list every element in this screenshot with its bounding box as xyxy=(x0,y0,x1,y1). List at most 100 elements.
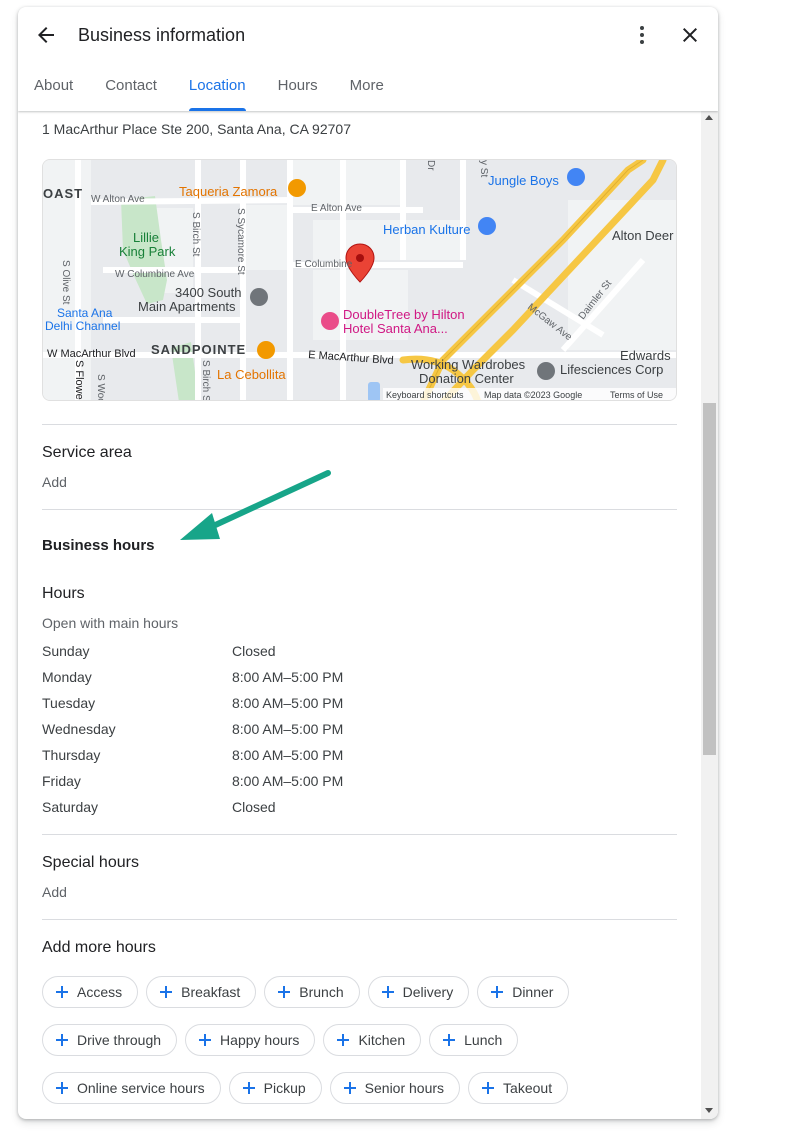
svg-text:Lillie: Lillie xyxy=(133,230,159,245)
hours-row: Monday 8:00 AM–5:00 PM xyxy=(42,669,442,689)
hours-time: 8:00 AM–5:00 PM xyxy=(232,747,344,763)
svg-text:Edwards: Edwards xyxy=(620,348,671,363)
svg-text:Dr: Dr xyxy=(425,160,436,171)
back-button[interactable] xyxy=(34,23,58,47)
hours-day: Saturday xyxy=(42,799,99,815)
tab-contact[interactable]: Contact xyxy=(89,67,173,111)
divider xyxy=(42,919,677,920)
divider xyxy=(42,424,677,425)
svg-text:La Cebollita: La Cebollita xyxy=(217,367,286,382)
svg-text:S Flower: S Flower xyxy=(73,360,85,401)
add-more-hours-title: Add more hours xyxy=(42,939,156,956)
tab-about[interactable]: About xyxy=(18,67,89,111)
tab-hours[interactable]: Hours xyxy=(262,67,334,111)
scroll-down-icon[interactable] xyxy=(705,1108,713,1113)
plus-icon xyxy=(479,1079,497,1097)
more-hours-chips: Access Breakfast Brunch Delivery Dinner … xyxy=(42,976,682,1119)
svg-text:Lifesciences Corp: Lifesciences Corp xyxy=(560,362,663,377)
plus-icon xyxy=(53,1079,71,1097)
svg-text:3400 South: 3400 South xyxy=(175,285,242,300)
hours-row: Tuesday 8:00 AM–5:00 PM xyxy=(42,695,442,715)
plus-icon xyxy=(157,983,175,1001)
chip-happy-hours[interactable]: Happy hours xyxy=(185,1024,316,1056)
tab-more[interactable]: More xyxy=(334,67,400,111)
hours-time: Closed xyxy=(232,643,276,659)
special-hours-add-link[interactable]: Add xyxy=(42,884,67,900)
chip-delivery[interactable]: Delivery xyxy=(367,976,470,1008)
plus-icon xyxy=(53,983,71,1001)
chip-pickup[interactable]: Pickup xyxy=(228,1072,322,1104)
hours-time: 8:00 AM–5:00 PM xyxy=(232,773,344,789)
hours-title: Hours xyxy=(42,585,85,602)
hours-day: Tuesday xyxy=(42,695,96,711)
chip-takeout[interactable]: Takeout xyxy=(468,1072,569,1104)
svg-text:Terms of Use: Terms of Use xyxy=(610,390,663,400)
plus-icon xyxy=(379,983,397,1001)
svg-text:Working Wardrobes: Working Wardrobes xyxy=(411,357,526,372)
chip-brunch[interactable]: Brunch xyxy=(264,976,360,1008)
svg-text:S Wood: S Wood xyxy=(95,374,106,401)
scroll-thumb[interactable] xyxy=(703,403,716,755)
chip-online-service-hours[interactable]: Online service hours xyxy=(42,1072,221,1104)
chip-senior-hours[interactable]: Senior hours xyxy=(329,1072,461,1104)
chip-breakfast[interactable]: Breakfast xyxy=(146,976,257,1008)
hours-time: Closed xyxy=(232,799,276,815)
plus-icon xyxy=(275,983,293,1001)
svg-text:DoubleTree by Hilton: DoubleTree by Hilton xyxy=(343,307,465,322)
svg-text:S Olive St: S Olive St xyxy=(60,260,71,305)
hours-subtitle: Open with main hours xyxy=(42,615,179,631)
svg-text:Santa Ana: Santa Ana xyxy=(57,306,113,320)
svg-text:Keyboard shortcuts: Keyboard shortcuts xyxy=(386,390,464,400)
hours-day: Wednesday xyxy=(42,721,116,737)
hours-row: Saturday Closed xyxy=(42,799,442,819)
close-icon xyxy=(683,28,697,42)
hours-day: Friday xyxy=(42,773,81,789)
hours-day: Thursday xyxy=(42,747,101,763)
more-vert-icon xyxy=(640,26,644,44)
svg-text:W Alton Ave: W Alton Ave xyxy=(91,194,145,205)
tab-location[interactable]: Location xyxy=(173,67,262,111)
chip-dinner[interactable]: Dinner xyxy=(477,976,570,1008)
svg-text:Delhi Channel: Delhi Channel xyxy=(45,319,120,333)
divider xyxy=(42,509,677,510)
business-hours-title: Business hours xyxy=(42,537,155,554)
svg-text:S Birch St: S Birch St xyxy=(190,212,201,257)
hours-day: Sunday xyxy=(42,643,90,659)
plus-icon xyxy=(240,1079,258,1097)
more-options-button[interactable] xyxy=(630,23,654,47)
hours-time: 8:00 AM–5:00 PM xyxy=(232,695,344,711)
chip-access[interactable]: Access xyxy=(42,976,139,1008)
special-hours-title: Special hours xyxy=(42,854,139,871)
svg-text:Taqueria Zamora: Taqueria Zamora xyxy=(179,184,278,199)
svg-text:S Birch St: S Birch St xyxy=(200,360,211,401)
service-area-add-link[interactable]: Add xyxy=(42,474,67,490)
chip-lunch[interactable]: Lunch xyxy=(429,1024,519,1056)
arrow-back-icon xyxy=(38,27,54,43)
svg-text:King Park: King Park xyxy=(119,244,176,259)
svg-text:Map data ©2023 Google: Map data ©2023 Google xyxy=(484,390,582,400)
svg-text:E Columbine: E Columbine xyxy=(295,259,353,270)
chip-kitchen[interactable]: Kitchen xyxy=(323,1024,422,1056)
business-address: 1 MacArthur Place Ste 200, Santa Ana, CA… xyxy=(42,121,351,137)
hours-row: Friday 8:00 AM–5:00 PM xyxy=(42,773,442,793)
hours-row: Wednesday 8:00 AM–5:00 PM xyxy=(42,721,442,741)
dialog-content: 1 MacArthur Place Ste 200, Santa Ana, CA… xyxy=(18,111,701,1119)
close-button[interactable] xyxy=(678,23,702,47)
svg-text:Jungle Boys: Jungle Boys xyxy=(488,173,559,188)
svg-text:Main Apartments: Main Apartments xyxy=(138,299,236,314)
tab-bar: About Contact Location Hours More xyxy=(18,67,400,111)
service-area-title: Service area xyxy=(42,444,132,461)
svg-text:OAST: OAST xyxy=(43,186,83,201)
business-info-dialog: Business information About Contact Locat… xyxy=(18,7,718,1119)
plus-icon xyxy=(334,1031,352,1049)
scroll-up-icon[interactable] xyxy=(705,115,713,120)
location-map[interactable]: Taqueria Zamora Jungle Boys Herban Kultu… xyxy=(42,159,677,401)
scrollbar[interactable] xyxy=(701,111,718,1119)
chip-drive-through[interactable]: Drive through xyxy=(42,1024,178,1056)
hours-row: Sunday Closed xyxy=(42,643,442,663)
hours-day: Monday xyxy=(42,669,92,685)
svg-text:SANDPOINTE: SANDPOINTE xyxy=(151,342,246,357)
plus-icon xyxy=(196,1031,214,1049)
hours-time: 8:00 AM–5:00 PM xyxy=(232,669,344,685)
svg-text:E Alton Ave: E Alton Ave xyxy=(311,203,362,214)
